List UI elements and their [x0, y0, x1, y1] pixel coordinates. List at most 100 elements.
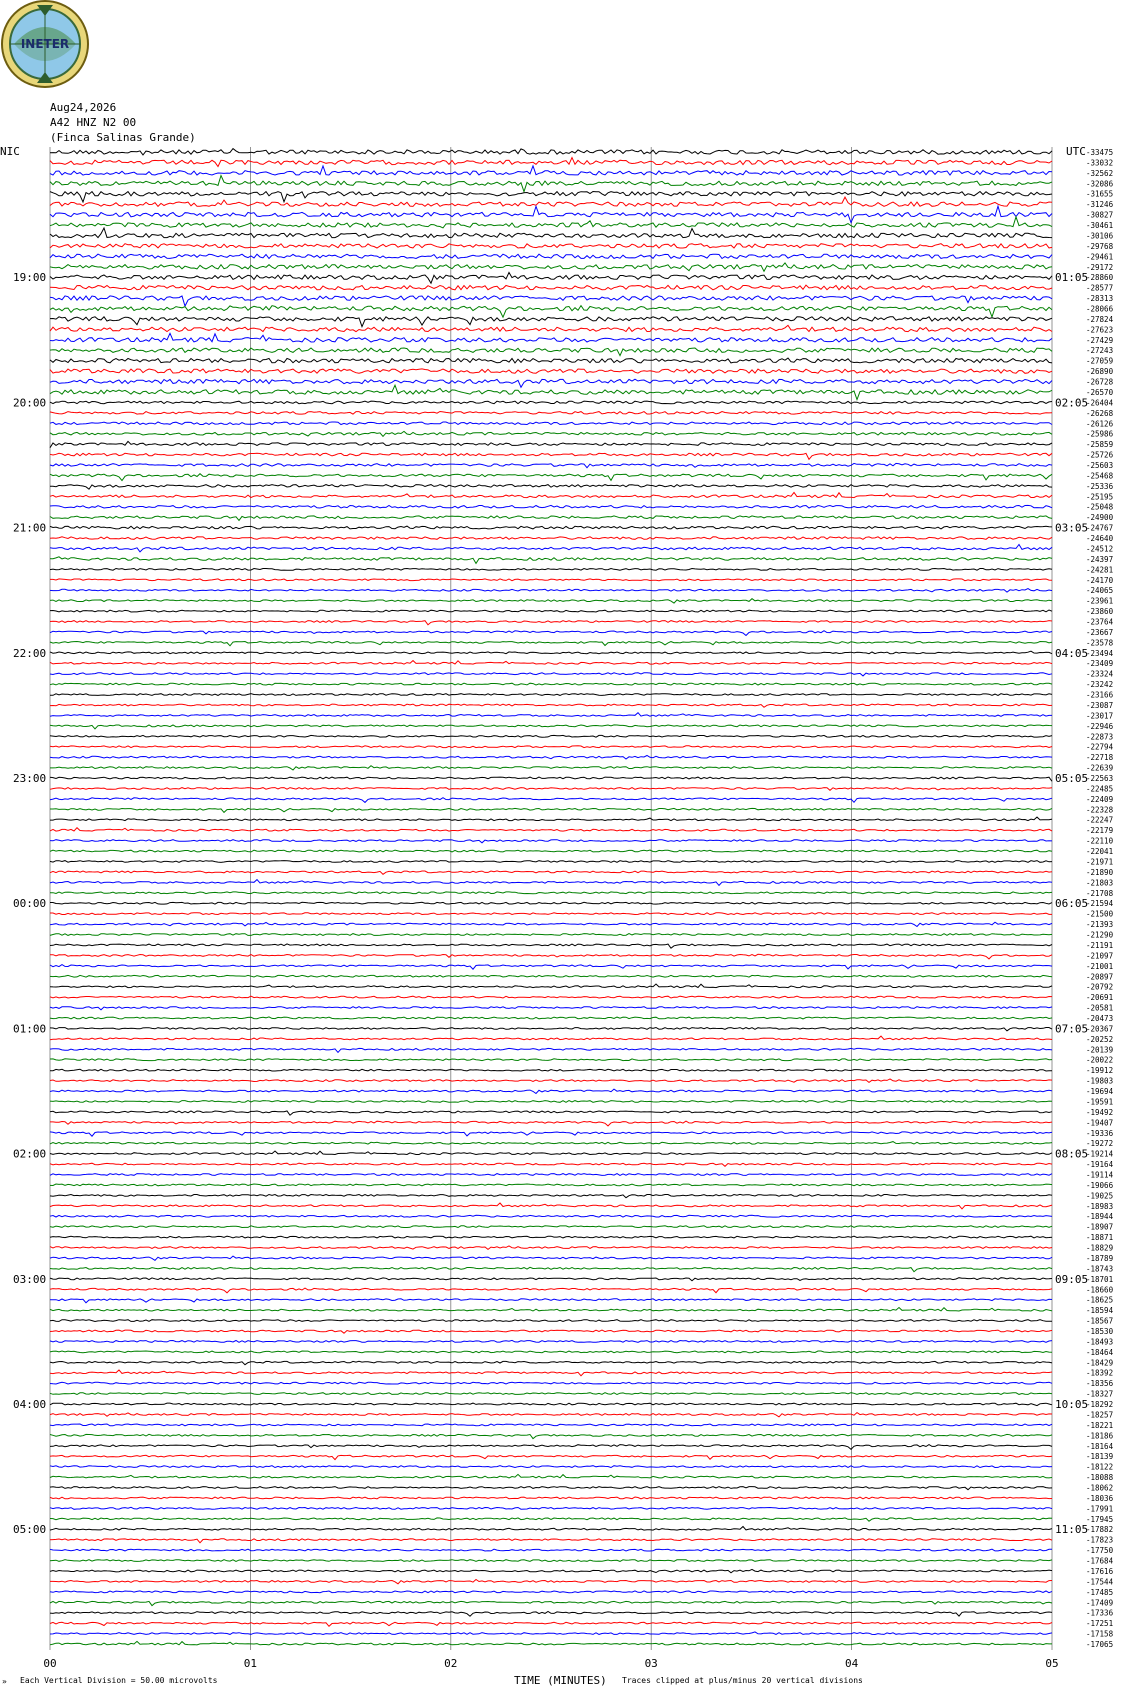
trace-line: [49, 316, 1053, 328]
trace-value-label: -25726: [1086, 451, 1114, 460]
trace-line: [49, 271, 1053, 285]
trace-value-label: -19492: [1086, 1108, 1113, 1117]
trace-value-label: -26126: [1086, 419, 1114, 428]
trace-value-label: -20367: [1086, 1024, 1113, 1033]
trace-value-label: -29461: [1086, 252, 1113, 261]
trace-value-label: -21708: [1086, 889, 1114, 898]
trace-value-label: -22110: [1086, 837, 1114, 846]
trace-line: [49, 1454, 1053, 1461]
trace-line: [49, 953, 1053, 960]
trace-line: [49, 473, 1053, 482]
trace-line: [49, 1110, 1053, 1116]
trace-value-label: -26570: [1086, 388, 1114, 397]
scale-note: Each Vertical Division = 50.00 microvolt…: [20, 1676, 218, 1685]
trace-value-label: -27059: [1086, 357, 1113, 366]
trace-value-label: -23494: [1086, 649, 1114, 658]
trace-value-label: -17251: [1086, 1619, 1113, 1628]
trace-line: [49, 284, 1053, 291]
trace-line: [49, 156, 1053, 168]
trace-line: [49, 1225, 1053, 1229]
trace-value-label: -23667: [1086, 628, 1113, 637]
trace-line: [49, 1202, 1053, 1210]
seismogram-chart: INETER Aug24,2026 A42 HNZ N2 00 (Finca S…: [0, 0, 1114, 1687]
left-time-label: 20:00: [13, 396, 46, 409]
trace-line: [49, 1411, 1053, 1418]
trace-value-label: -17616: [1086, 1567, 1114, 1576]
trace-value-label: -17945: [1086, 1515, 1113, 1524]
trace-value-label: -25986: [1086, 430, 1114, 439]
trace-line: [49, 1235, 1053, 1239]
trace-line: [50, 765, 1053, 771]
trace-value-label: -21500: [1086, 910, 1114, 919]
trace-value-label: -22409: [1086, 795, 1113, 804]
trace-line: [49, 1621, 1053, 1628]
trace-line: [49, 1058, 1053, 1062]
right-time-label: 03:05: [1055, 522, 1088, 535]
trace-line: [49, 1131, 1053, 1137]
right-time-label: 11:05: [1055, 1523, 1088, 1536]
trace-line: [50, 901, 1053, 905]
trace-line: [49, 1444, 1053, 1450]
trace-value-label: -31246: [1086, 200, 1114, 209]
trace-value-label: -19164: [1086, 1160, 1114, 1169]
trace-line: [49, 1350, 1053, 1354]
trace-value-label: -20792: [1086, 983, 1113, 992]
x-tick-label: 02: [444, 1657, 457, 1670]
trace-line: [50, 1578, 1053, 1585]
trace-value-label: -26890: [1086, 367, 1114, 376]
trace-value-label: -18292: [1086, 1400, 1113, 1409]
trace-value-label: -25603: [1086, 461, 1113, 470]
trace-line: [49, 1068, 1052, 1072]
right-time-label: 01:05: [1055, 271, 1088, 284]
trace-value-label: -27623: [1086, 325, 1113, 334]
trace-line: [49, 1600, 1053, 1607]
trace-value-label: -23087: [1086, 701, 1113, 710]
trace-value-label: -19114: [1086, 1171, 1114, 1180]
trace-value-label: -18327: [1086, 1390, 1113, 1399]
trace-line: [49, 430, 1053, 438]
trace-line: [49, 745, 1053, 749]
trace-line: [49, 588, 1053, 593]
trace-value-label: -25336: [1086, 482, 1114, 491]
trace-value-label: -22563: [1086, 774, 1113, 783]
trace-value-label: -17336: [1086, 1609, 1114, 1618]
trace-value-label: -25195: [1086, 492, 1113, 501]
trace-line: [49, 1568, 1053, 1574]
trace-line: [49, 921, 1053, 928]
trace-value-label: -33475: [1086, 148, 1113, 157]
trace-value-label: -20897: [1086, 972, 1113, 981]
trace-value-label: -23242: [1086, 680, 1113, 689]
trace-value-label: -21594: [1086, 899, 1114, 908]
trace-line: [49, 378, 1053, 389]
left-time-label: 21:00: [13, 522, 46, 535]
x-axis-ticks: 00 01 02 03 04 05: [43, 1657, 1058, 1670]
trace-value-label: -28313: [1086, 294, 1113, 303]
trace-line: [49, 504, 1053, 509]
trace-line: [49, 1339, 1053, 1343]
trace-value-label: -22639: [1086, 764, 1113, 773]
left-time-label: 04:00: [13, 1398, 46, 1411]
trace-value-label: -32562: [1086, 169, 1113, 178]
trace-line: [49, 174, 1053, 194]
trace-value-label: -21971: [1086, 858, 1113, 867]
trace-value-label: -26404: [1086, 398, 1114, 407]
clip-note: Traces clipped at plus/minus 20 vertical…: [622, 1676, 863, 1685]
trace-value-label: -32086: [1086, 179, 1114, 188]
trace-line: [49, 324, 1053, 333]
trace-line: [49, 849, 1053, 853]
trace-value-label: -18829: [1086, 1244, 1113, 1253]
trace-value-label: -18257: [1086, 1411, 1113, 1420]
trace-line: [49, 536, 1053, 540]
trace-line: [49, 567, 1053, 571]
trace-value-label: -21097: [1086, 951, 1113, 960]
left-time-label: 02:00: [13, 1148, 46, 1161]
trace-line: [49, 983, 1053, 989]
trace-line: [49, 1525, 1053, 1531]
trace-value-label: -23166: [1086, 691, 1114, 700]
trace-value-label: -18493: [1086, 1337, 1113, 1346]
trace-value-label: -28860: [1086, 273, 1114, 282]
left-time-label: 22:00: [13, 647, 46, 660]
date-label: Aug24,2026: [50, 101, 116, 114]
trace-value-label: -30461: [1086, 221, 1113, 230]
x-axis-title: TIME (MINUTES): [514, 1674, 607, 1687]
